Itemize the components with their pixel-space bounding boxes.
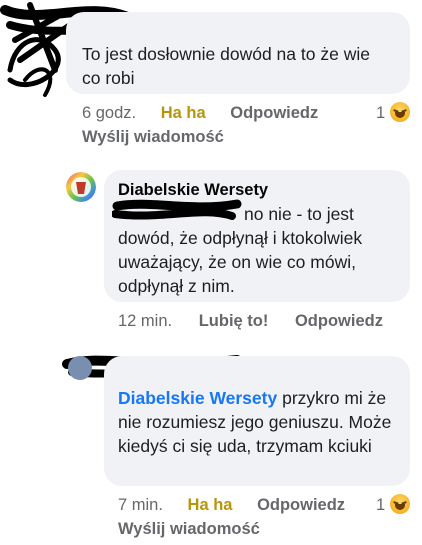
comment-time: 6 godz.: [82, 104, 137, 122]
comment-time: 7 min.: [118, 496, 163, 514]
redacted-mention: [112, 199, 242, 220]
comment-time: 12 min.: [118, 312, 173, 330]
comment-meta: 7 min. Ha ha Odpowiedz: [118, 496, 345, 515]
avatar[interactable]: [66, 172, 96, 202]
reply-button[interactable]: Odpowiedz: [230, 104, 318, 122]
comment-meta: 12 min. Lubię to! Odpowiedz: [118, 312, 383, 331]
reply-button[interactable]: Odpowiedz: [295, 312, 383, 330]
avatar-icon: [66, 172, 96, 202]
mention-link[interactable]: Diabelskie Wersety: [118, 388, 277, 408]
haha-emoji-icon[interactable]: [390, 494, 410, 514]
reaction-count: 1: [376, 496, 386, 514]
comment-meta: 6 godz. Ha ha Odpowiedz: [82, 104, 318, 123]
haha-reaction-button[interactable]: Ha ha: [161, 104, 206, 122]
haha-reaction-button[interactable]: Ha ha: [188, 496, 233, 514]
send-message-link[interactable]: Wyślij wiadomość: [118, 520, 260, 539]
reaction-count: 1: [376, 104, 386, 122]
haha-emoji-icon[interactable]: [390, 102, 410, 122]
comment-bubble: Diabelskie Wersety no nie - to jest dowó…: [104, 170, 410, 302]
like-button[interactable]: Lubię to!: [199, 312, 269, 330]
comment-bubble: To jest dosłownie dowód na to że wie co …: [66, 12, 410, 94]
reply-button[interactable]: Odpowiedz: [257, 496, 345, 514]
comment-text: Diabelskie Wersety przykro mi że nie roz…: [118, 386, 402, 458]
comment-text: To jest dosłownie dowód na to że wie co …: [82, 44, 370, 88]
send-message-link[interactable]: Wyślij wiadomość: [82, 128, 224, 147]
comment-bubble: Diabelskie Wersety przykro mi że nie roz…: [104, 356, 410, 486]
